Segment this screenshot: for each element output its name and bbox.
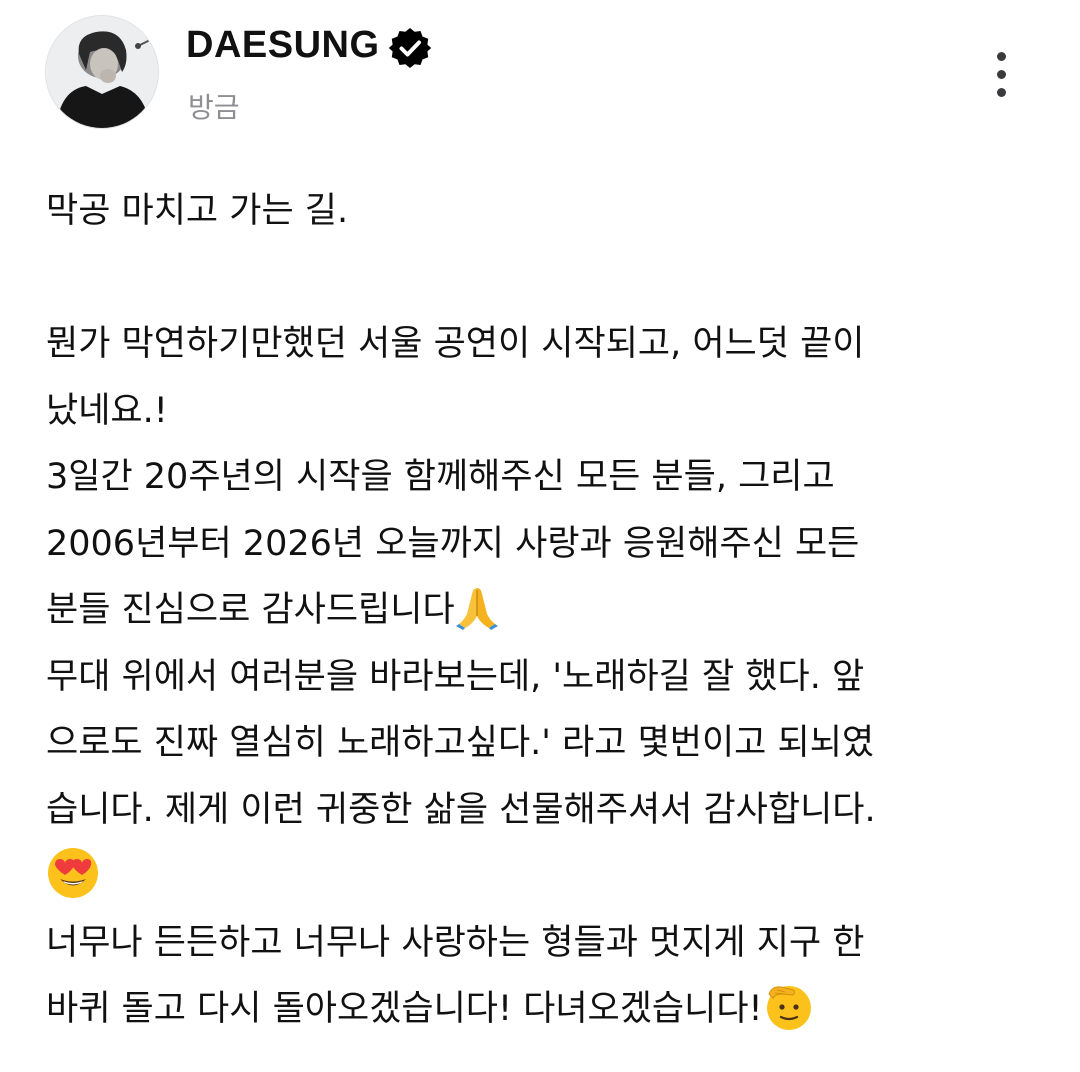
post-line: 막공 마치고 가는 길. [46, 178, 1056, 245]
avatar[interactable] [46, 16, 158, 128]
post-line-text: 났네요.! [46, 390, 168, 431]
post-line: 났네요.! [46, 378, 1056, 445]
heart-eyes-emoji [46, 846, 100, 900]
post-line: 분들 진심으로 감사드립니다 [46, 577, 1056, 644]
post-body: 막공 마치고 가는 길. 뭔가 막연하기만했던 서울 공연이 시작되고, 어느덧… [46, 178, 1056, 1043]
post-line-text: 바퀴 돌고 다시 돌아오겠습니다! 다녀오겠습니다! [46, 989, 763, 1029]
post-timestamp: 방금 [188, 91, 240, 124]
folded-hands-emoji [455, 584, 499, 630]
post-line: 너무나 든든하고 너무나 사랑하는 형들과 멋지게 지구 한 [46, 910, 1056, 977]
post-line: 2006년부터 2026년 오늘까지 사랑과 응원해주신 모든 [46, 511, 1056, 578]
post-line-text: 분들 진심으로 감사드립니다 [46, 590, 455, 630]
saluting-face-emoji [763, 980, 815, 1032]
post-line-text: 으로도 진짜 열심히 노래하고싶다.' 라고 몇번이고 되뇌였 [46, 723, 875, 763]
verified-badge-icon [388, 26, 432, 70]
post-header: DAESUNG 방금 [0, 0, 1080, 150]
post-line: 뭔가 막연하기만했던 서울 공연이 시작되고, 어느덧 끝이 [46, 311, 1056, 378]
post-line-text: 뭔가 막연하기만했던 서울 공연이 시작되고, 어느덧 끝이 [46, 324, 865, 364]
post-line-text: 무대 위에서 여러분을 바라보는데, '노래하길 잘 했다. 앞 [46, 656, 865, 697]
more-options-button[interactable] [980, 48, 1024, 102]
post-line: 3일간 20주년의 시작을 함께해주신 모든 분들, 그리고 [46, 444, 1056, 511]
post-line-text: 2006년부터 2026년 오늘까지 사랑과 응원해주신 모든 [46, 523, 860, 564]
post-line: 습니다. 제게 이런 귀중한 삶을 선물해주셔서 감사합니다. [46, 777, 1056, 844]
author-name[interactable]: DAESUNG [186, 24, 380, 67]
post-line-text: 3일간 20주년의 시작을 함께해주신 모든 분들, 그리고 [46, 457, 835, 497]
post-line-text: 습니다. 제게 이런 귀중한 삶을 선물해주셔서 감사합니다. [46, 789, 876, 830]
post-line: 바퀴 돌고 다시 돌아오겠습니다! 다녀오겠습니다! [46, 976, 1056, 1043]
post-line [46, 245, 1056, 312]
post-line: 무대 위에서 여러분을 바라보는데, '노래하길 잘 했다. 앞 [46, 644, 1056, 711]
post-line-text: 너무나 든든하고 너무나 사랑하는 형들과 멋지게 지구 한 [46, 922, 865, 963]
post-line: 으로도 진짜 열심히 노래하고싶다.' 라고 몇번이고 되뇌였 [46, 710, 1056, 777]
post-line [46, 843, 1056, 910]
post-line-text: 막공 마치고 가는 길. [46, 191, 349, 231]
profile-photo-avatar [46, 16, 158, 128]
